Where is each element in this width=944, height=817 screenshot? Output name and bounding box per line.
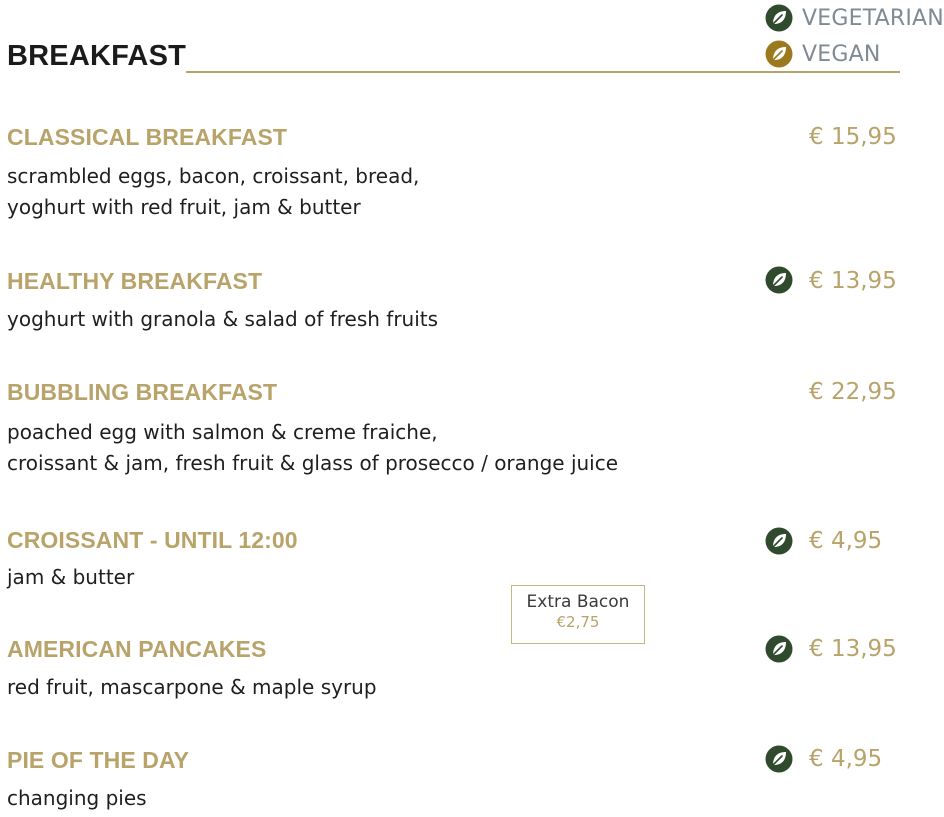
item-desc-line: yoghurt with granola & salad of fresh fr… bbox=[7, 307, 439, 331]
leaf-vegetarian-icon bbox=[765, 527, 793, 555]
item-price-healthy-breakfast: € 13,95 bbox=[809, 268, 897, 294]
item-desc-american-pancakes: red fruit, mascarpone & maple syrup bbox=[7, 672, 377, 703]
item-name-pie-of-the-day: PIE OF THE DAY bbox=[7, 747, 190, 773]
item-price-croissant: € 4,95 bbox=[809, 528, 883, 554]
item-name-croissant: CROISSANT - UNTIL 12:00 bbox=[7, 527, 298, 553]
item-desc-classical-breakfast: scrambled eggs, bacon, croissant, bread,… bbox=[7, 161, 419, 223]
item-desc-pie-of-the-day: changing pies bbox=[7, 783, 147, 814]
item-desc-line: croissant & jam, fresh fruit & glass of … bbox=[7, 451, 619, 475]
item-desc-line: red fruit, mascarpone & maple syrup bbox=[7, 675, 377, 699]
legend-vegan-label: VEGAN bbox=[802, 41, 881, 67]
item-desc-line: poached egg with salmon & creme fraiche, bbox=[7, 420, 438, 444]
item-price-bubbling-breakfast: € 22,95 bbox=[809, 379, 897, 405]
legend-vegetarian: VEGETARIAN bbox=[765, 4, 944, 32]
extra-bacon-label: Extra Bacon bbox=[526, 592, 630, 612]
item-desc-line: yoghurt with red fruit, jam & butter bbox=[7, 195, 361, 219]
item-price-pie-of-the-day: € 4,95 bbox=[809, 746, 883, 772]
item-desc-bubbling-breakfast: poached egg with salmon & creme fraiche,… bbox=[7, 417, 618, 479]
leaf-vegetarian-icon bbox=[765, 4, 793, 32]
title-divider bbox=[186, 71, 900, 73]
item-desc-line: scrambled eggs, bacon, croissant, bread, bbox=[7, 164, 420, 188]
item-desc-line: jam & butter bbox=[7, 565, 135, 589]
legend-vegetarian-label: VEGETARIAN bbox=[802, 5, 944, 31]
item-name-bubbling-breakfast: BUBBLING BREAKFAST bbox=[7, 379, 278, 405]
section-title: BREAKFAST bbox=[7, 40, 187, 72]
leaf-vegetarian-icon bbox=[765, 745, 793, 773]
item-name-american-pancakes: AMERICAN PANCAKES bbox=[7, 636, 267, 662]
leaf-vegetarian-icon bbox=[765, 635, 793, 663]
item-desc-healthy-breakfast: yoghurt with granola & salad of fresh fr… bbox=[7, 304, 438, 335]
extra-bacon-price: €2,75 bbox=[556, 613, 600, 631]
leaf-vegetarian-icon bbox=[765, 266, 793, 294]
item-price-american-pancakes: € 13,95 bbox=[809, 636, 897, 662]
item-price-classical-breakfast: € 15,95 bbox=[809, 124, 897, 150]
legend: VEGETARIAN VEGAN bbox=[765, 4, 944, 68]
item-desc-croissant: jam & butter bbox=[7, 562, 134, 593]
leaf-vegan-icon bbox=[765, 40, 793, 68]
legend-vegan: VEGAN bbox=[765, 40, 944, 68]
item-desc-line: changing pies bbox=[7, 786, 147, 810]
extra-bacon-box: Extra Bacon €2,75 bbox=[511, 585, 645, 644]
item-name-healthy-breakfast: HEALTHY BREAKFAST bbox=[7, 268, 263, 294]
item-name-classical-breakfast: CLASSICAL BREAKFAST bbox=[7, 124, 288, 150]
